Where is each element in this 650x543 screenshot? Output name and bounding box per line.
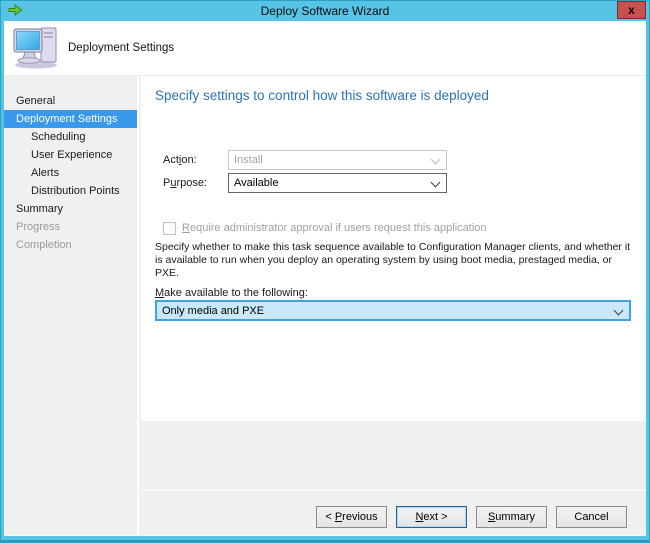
- chevron-down-icon: [614, 306, 624, 316]
- deploy-software-wizard-window: Deploy Software Wizard x Deployment Sett…: [0, 0, 650, 543]
- next-button[interactable]: Next >: [396, 506, 467, 528]
- computer-icon: [12, 26, 60, 70]
- task-sequence-note: Specify whether to make this task sequen…: [155, 241, 637, 280]
- sidebar-item-deployment-settings[interactable]: Deployment Settings: [4, 110, 137, 128]
- wizard-body: General Deployment Settings Scheduling U…: [4, 76, 646, 535]
- action-dropdown: Install: [228, 150, 447, 170]
- close-button[interactable]: x: [617, 1, 646, 19]
- require-approval-label: Require administrator approval if users …: [182, 222, 487, 234]
- sidebar-item-scheduling[interactable]: Scheduling: [4, 128, 137, 146]
- page-title: Deployment Settings: [68, 21, 174, 75]
- footer-separator: [141, 489, 646, 491]
- sidebar-item-general[interactable]: General: [4, 92, 137, 110]
- make-available-value: Only media and PXE: [162, 305, 264, 317]
- wizard-header: Deployment Settings: [4, 21, 646, 76]
- cancel-button[interactable]: Cancel: [556, 506, 627, 528]
- action-value: Install: [234, 154, 263, 166]
- chevron-down-icon: [431, 178, 441, 188]
- window-title: Deploy Software Wizard: [1, 1, 649, 21]
- action-label: Action:: [163, 150, 197, 170]
- require-approval-checkbox: [163, 222, 176, 235]
- chevron-down-icon: [431, 155, 441, 165]
- titlebar[interactable]: Deploy Software Wizard x: [1, 1, 649, 21]
- deployment-settings-page: Specify settings to control how this sof…: [141, 76, 646, 535]
- purpose-label: Purpose:: [163, 173, 207, 193]
- purpose-dropdown[interactable]: Available: [228, 173, 447, 193]
- make-available-dropdown[interactable]: Only media and PXE: [155, 300, 631, 321]
- wizard-steps-sidebar: General Deployment Settings Scheduling U…: [4, 76, 139, 535]
- summary-button[interactable]: Summary: [476, 506, 547, 528]
- page-heading: Specify settings to control how this sof…: [155, 88, 489, 103]
- sidebar-item-completion: Completion: [4, 236, 137, 254]
- sidebar-item-distribution-points[interactable]: Distribution Points: [4, 182, 137, 200]
- sidebar-item-summary[interactable]: Summary: [4, 200, 137, 218]
- footer-button-row: < Previous Next > Summary Cancel: [141, 506, 627, 528]
- previous-button[interactable]: < Previous: [316, 506, 387, 528]
- sidebar-item-progress: Progress: [4, 218, 137, 236]
- close-icon: x: [628, 3, 635, 17]
- sidebar-item-alerts[interactable]: Alerts: [4, 164, 137, 182]
- sidebar-item-user-experience[interactable]: User Experience: [4, 146, 137, 164]
- purpose-value: Available: [234, 177, 278, 189]
